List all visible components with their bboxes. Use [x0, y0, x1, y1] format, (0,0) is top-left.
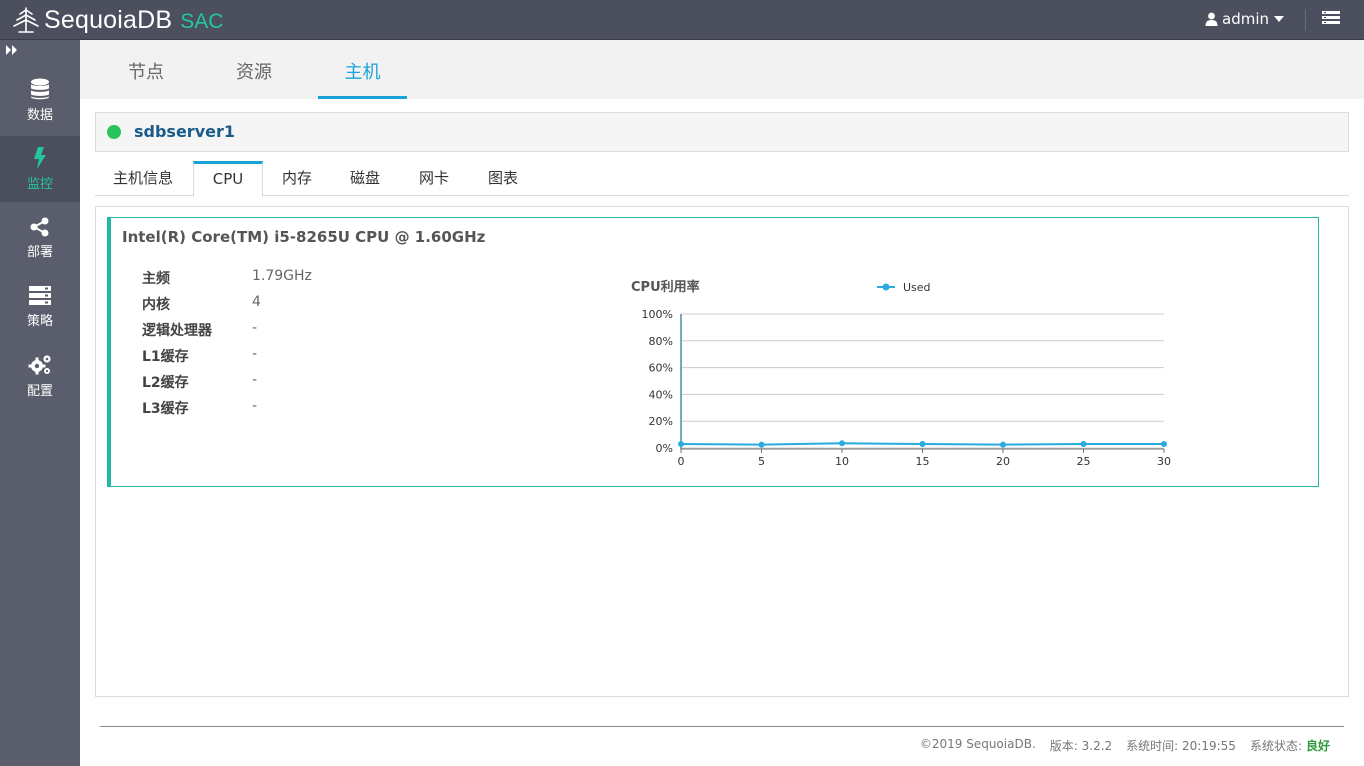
info-label: 主频: [142, 271, 170, 287]
host-name: sdbserver1: [134, 122, 235, 141]
content-panel: Intel(R) Core(TM) i5-8265U CPU @ 1.60GHz…: [95, 206, 1349, 697]
tab-resources[interactable]: 资源: [218, 40, 290, 99]
x-tick-label: 20: [996, 455, 1010, 468]
tab-charts[interactable]: 图表: [473, 161, 533, 196]
cpu-usage-chart: CPU利用率 Used 0% 20% 40% 60% 80% 100% 0 5 10 15 20 25 30: [621, 258, 1181, 468]
tab-host-info[interactable]: 主机信息: [105, 161, 181, 196]
footer-copyright: ©2019 SequoiaDB.: [919, 737, 1036, 751]
info-value: -: [252, 346, 258, 362]
data-point: [919, 440, 926, 447]
info-label: L3缓存: [142, 401, 189, 417]
sidebar-item-label: 监控: [26, 176, 53, 192]
footer-divider: [100, 726, 1344, 727]
server-icon: [29, 285, 51, 305]
host-status-indicator: [107, 125, 121, 139]
top-bar: SequoiaDB SAC admin: [0, 0, 1364, 40]
sequoia-tree-icon: [13, 7, 39, 33]
y-tick-label: 40%: [649, 388, 673, 401]
y-tick-label: 80%: [649, 335, 673, 348]
info-label: 内核: [142, 297, 170, 313]
sidebar-item-data[interactable]: 数据: [0, 67, 80, 133]
sidebar-item-deploy[interactable]: 部署: [0, 205, 80, 271]
y-tick-label: 100%: [642, 308, 673, 321]
info-value: 4: [252, 294, 261, 310]
data-point: [758, 441, 765, 448]
info-value: 1.79GHz: [252, 268, 312, 284]
x-tick-label: 15: [916, 455, 930, 468]
legend-swatch-marker: [882, 283, 890, 291]
y-tick-label: 60%: [649, 362, 673, 375]
user-icon: [1205, 12, 1218, 26]
sidebar-item-monitor[interactable]: 监控: [0, 136, 80, 202]
info-label: 逻辑处理器: [142, 323, 212, 339]
cpu-usage-chart-svg: CPU利用率 Used 0% 20% 40% 60% 80% 100% 0 5 10 15 20 25 30: [631, 279, 1171, 468]
legend-label: Used: [903, 281, 931, 294]
sidebar-item-label: 配置: [26, 383, 53, 399]
gears-icon: [28, 354, 51, 374]
sidebar-item-label: 策略: [26, 313, 53, 329]
tab-cpu[interactable]: CPU: [193, 161, 263, 197]
x-tick-label: 30: [1157, 455, 1171, 468]
bolt-icon: [34, 146, 46, 169]
host-sub-tabs: 主机信息 CPU 内存 磁盘 网卡 图表: [95, 161, 1349, 197]
info-label: L1缓存: [142, 349, 189, 365]
host-header: sdbserver1: [95, 112, 1349, 152]
data-point: [1161, 440, 1167, 447]
database-icon: [31, 78, 49, 99]
share-icon: [30, 217, 49, 236]
footer-system-time: 系统时间: 20:19:55: [1126, 739, 1236, 753]
footer-status-label: 系统状态:: [1249, 739, 1302, 753]
main-tabs: 节点 资源 主机: [80, 40, 1364, 99]
tab-memory[interactable]: 内存: [267, 161, 327, 196]
sidebar-item-config[interactable]: 配置: [0, 343, 80, 409]
info-value: -: [252, 398, 258, 414]
x-tick-label: 25: [1077, 455, 1091, 468]
product-name: SAC: [180, 9, 224, 33]
x-tick-label: 5: [758, 455, 765, 468]
footer: ©2019 SequoiaDB. 版本: 3.2.2 系统时间: 20:19:5…: [920, 737, 1330, 754]
cpu-model: Intel(R) Core(TM) i5-8265U CPU @ 1.60GHz: [122, 228, 486, 246]
sidebar: 数据 监控 部署 策略 配置: [0, 40, 80, 766]
tab-nodes[interactable]: 节点: [110, 40, 182, 99]
caret-down-icon: [1274, 16, 1284, 22]
chart-title: CPU利用率: [631, 279, 700, 295]
sidebar-item-label: 部署: [26, 244, 53, 260]
footer-version: 版本: 3.2.2: [1049, 739, 1113, 753]
data-point: [678, 440, 684, 447]
tab-disk[interactable]: 磁盘: [335, 161, 395, 196]
brand-name: SequoiaDB: [44, 5, 173, 34]
topbar-divider: [1305, 9, 1306, 31]
data-point: [1000, 441, 1006, 448]
footer-status-value: 良好: [1305, 739, 1330, 753]
menu-list-icon[interactable]: [1322, 11, 1340, 25]
logo[interactable]: SequoiaDB SAC: [10, 3, 223, 37]
expand-sidebar-icon[interactable]: [5, 44, 19, 56]
info-label: L2缓存: [142, 375, 189, 391]
info-value: -: [252, 372, 258, 388]
cpu-card: Intel(R) Core(TM) i5-8265U CPU @ 1.60GHz…: [107, 217, 1319, 487]
user-name: admin: [1222, 10, 1269, 28]
sidebar-item-label: 数据: [26, 107, 53, 123]
tab-hosts[interactable]: 主机: [318, 40, 407, 99]
y-tick-label: 20%: [649, 415, 673, 428]
tab-nic[interactable]: 网卡: [404, 161, 464, 196]
data-point: [1080, 440, 1087, 447]
user-menu[interactable]: admin: [1205, 10, 1288, 28]
y-tick-label: 0%: [656, 442, 673, 455]
info-value: -: [252, 320, 258, 336]
sidebar-item-strategy[interactable]: 策略: [0, 274, 80, 340]
x-tick-label: 0: [678, 455, 685, 468]
data-point: [839, 440, 845, 447]
x-tick-label: 10: [835, 455, 849, 468]
